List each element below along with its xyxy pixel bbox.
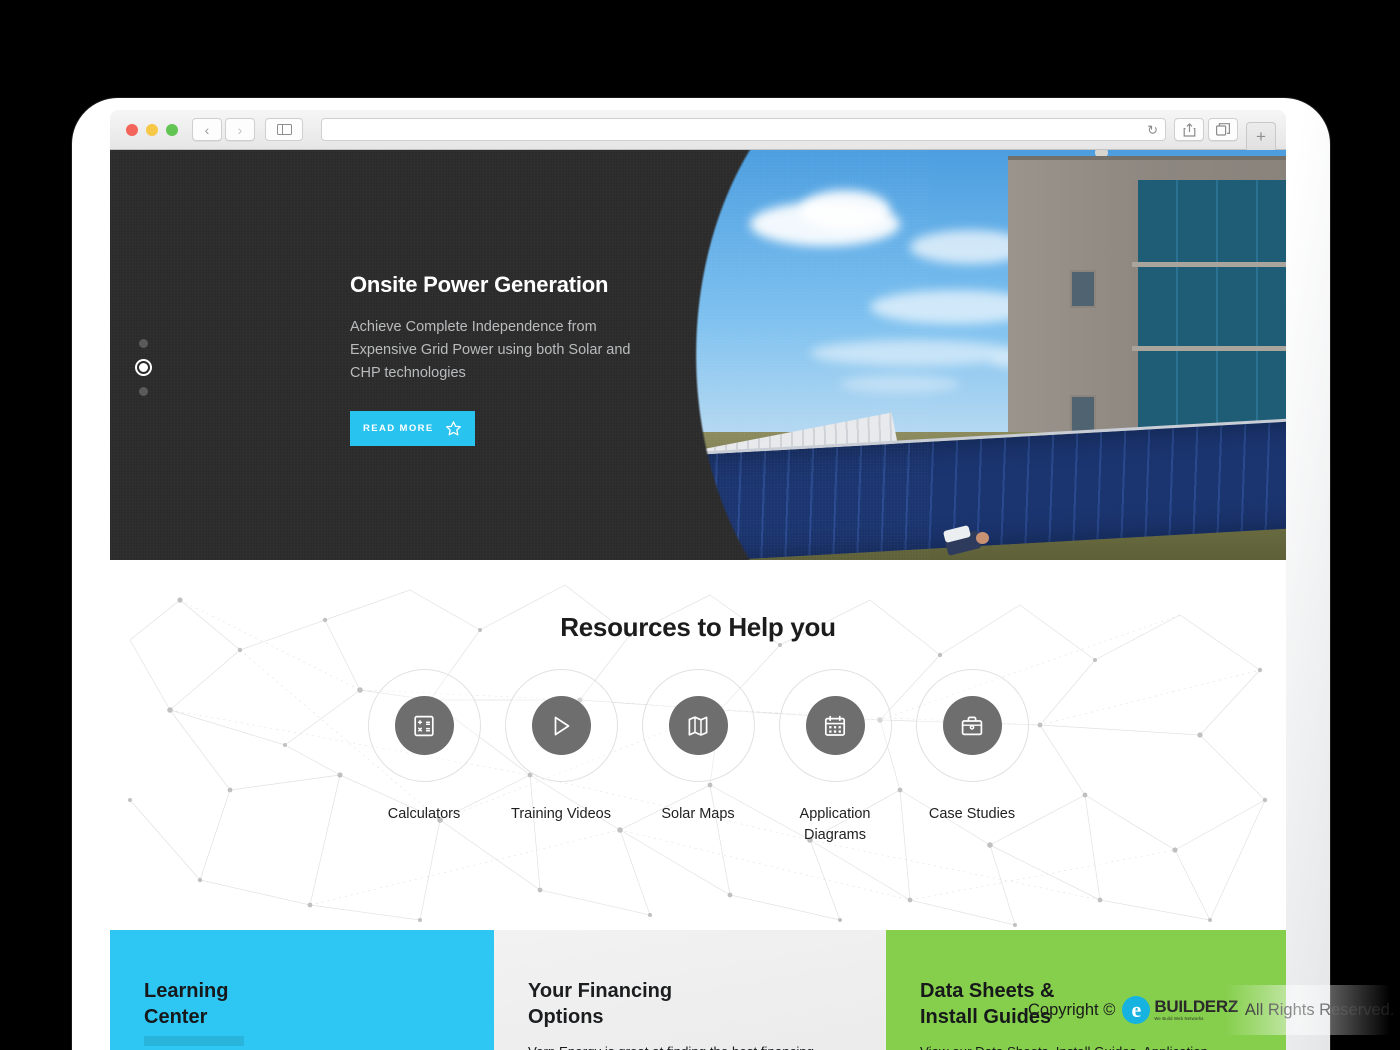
resource-item-calculators[interactable]: Calculators [356, 669, 493, 846]
resource-label: Solar Maps [661, 806, 735, 822]
tabs-icon [1216, 123, 1230, 136]
briefcase-icon [961, 716, 983, 735]
card-data-sheets[interactable]: Data Sheets & Install Guides View our Da… [886, 930, 1286, 1050]
hero-title: Onsite Power Generation [350, 272, 609, 297]
card-body: View our Data Sheets, Install Guides, Ap… [920, 1042, 1252, 1050]
building-window [1070, 395, 1096, 433]
facade-band [1132, 346, 1286, 351]
navigation-buttons: ‹ › [192, 118, 255, 141]
chevron-right-icon: › [237, 121, 243, 138]
minimize-window-button[interactable] [146, 123, 158, 136]
resource-item-solar-maps[interactable]: Solar Maps [630, 669, 767, 846]
card-title: Your Financing Options [528, 980, 673, 1028]
new-tab-button[interactable]: + [1246, 121, 1276, 150]
card-title: Learning Center [144, 980, 229, 1028]
hero-copy: Onsite Power Generation Achieve Complete… [350, 272, 650, 446]
resource-icon-puck [942, 696, 1002, 755]
slider-dot-3[interactable] [139, 387, 148, 396]
promo-cards: Learning Center Learn how our Systems ca… [110, 930, 1286, 1050]
read-more-label: READ MORE [363, 422, 434, 434]
resource-icon-puck [668, 696, 728, 755]
slider-dot-2-active[interactable] [139, 363, 148, 372]
close-window-button[interactable] [126, 123, 138, 136]
browser-toolbar: ‹ › ↻ + [110, 110, 1286, 150]
title-underline [144, 1036, 244, 1046]
resource-ring [641, 669, 755, 782]
slider-pagination [139, 328, 150, 407]
toolbar-right-actions: + [1174, 110, 1276, 150]
resource-label: Application Diagrams [799, 806, 871, 844]
map-icon [688, 715, 708, 736]
resource-ring [915, 669, 1029, 782]
card-learning-center[interactable]: Learning Center Learn how our Systems ca… [110, 930, 494, 1050]
share-button[interactable] [1174, 118, 1204, 141]
window-controls [126, 123, 178, 136]
building-window [1070, 270, 1096, 308]
resource-item-training-videos[interactable]: Training Videos [493, 669, 630, 846]
address-input[interactable] [330, 123, 1157, 136]
resource-label: Training Videos [511, 806, 611, 822]
back-button[interactable]: ‹ [192, 118, 222, 141]
chevron-left-icon: ‹ [204, 121, 210, 138]
worker-head [976, 532, 989, 544]
resource-ring [367, 669, 481, 782]
resources-section: Resources to Help you Calculators Traini… [110, 560, 1286, 930]
resource-label: Calculators [387, 806, 461, 822]
show-tabs-button[interactable] [1208, 118, 1238, 141]
card-title: Data Sheets & Install Guides [920, 980, 1055, 1028]
maximize-window-button[interactable] [166, 123, 178, 136]
calculator-icon [414, 715, 434, 736]
play-icon [554, 716, 570, 735]
screenshot-stage: ‹ › ↻ + Onsite Power Generation Achieve … [0, 0, 1400, 1050]
forward-button[interactable]: › [225, 118, 255, 141]
facade-band [1132, 262, 1286, 267]
resource-ring [778, 669, 892, 782]
resource-ring [504, 669, 618, 782]
card-body: Vorp Energy is great at finding the best… [528, 1042, 852, 1050]
calendar-icon [824, 715, 846, 736]
resources-heading: Resources to Help you [560, 612, 836, 642]
resource-item-application-diagrams[interactable]: Application Diagrams [767, 669, 904, 846]
share-icon [1183, 122, 1195, 137]
sidebar-toggle-button[interactable] [265, 118, 303, 141]
page-viewport: Onsite Power Generation Achieve Complete… [110, 150, 1286, 1050]
resource-icon-puck [394, 696, 454, 755]
resource-label: Case Studies [928, 806, 1016, 822]
resource-icon-puck [531, 696, 591, 755]
slider-dot-1[interactable] [139, 339, 148, 348]
reload-icon[interactable]: ↻ [1147, 123, 1158, 136]
browser-window: ‹ › ↻ + Onsite Power Generation Achieve … [110, 110, 1286, 1050]
hero-subtitle: Achieve Complete Independence from Expen… [350, 319, 631, 381]
star-icon [446, 420, 461, 436]
hero-slider: Onsite Power Generation Achieve Complete… [110, 150, 1286, 560]
resources-list: Calculators Training Videos Solar Maps A… [110, 669, 1286, 846]
resource-icon-puck [805, 696, 865, 755]
read-more-button[interactable]: READ MORE [350, 410, 475, 446]
sidebar-icon [276, 124, 292, 135]
address-bar[interactable]: ↻ [321, 118, 1166, 141]
card-financing-options[interactable]: Your Financing Options Vorp Energy is gr… [494, 930, 886, 1050]
resource-item-case-studies[interactable]: Case Studies [904, 669, 1041, 846]
